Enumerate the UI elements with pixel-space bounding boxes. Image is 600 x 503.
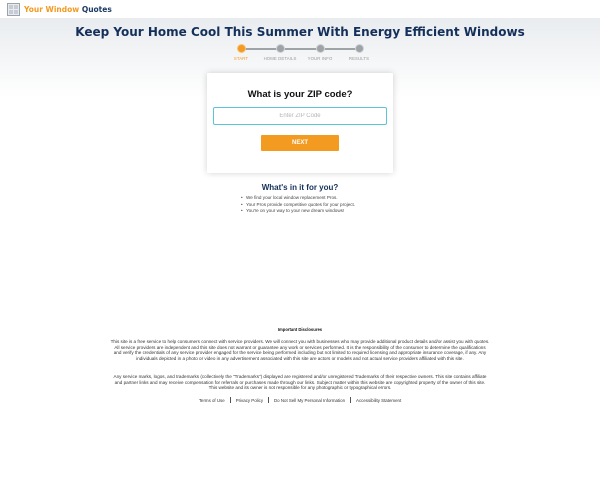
do-not-sell-link[interactable]: Do Not Sell My Personal Information	[269, 398, 350, 403]
disclosure-paragraph: This site is a free service to help cons…	[110, 339, 490, 362]
next-button[interactable]: NEXT	[261, 135, 339, 151]
zip-input[interactable]	[213, 107, 387, 125]
accessibility-statement-link[interactable]: Accessibility Statement	[351, 398, 406, 403]
step-label: HOME DETAILS	[263, 56, 297, 61]
logo-text: Your Window Quotes	[24, 5, 112, 14]
step-dot	[354, 44, 364, 53]
step-start: START	[221, 44, 261, 61]
step-label: YOUR INFO	[307, 56, 333, 61]
benefit-text: Your Pros provide competitive quotes for…	[246, 201, 356, 207]
zip-form-card: What is your ZIP code? NEXT	[207, 73, 393, 173]
step-your-info: YOUR INFO	[300, 44, 340, 61]
disclosures-title: Important Disclosures	[277, 327, 323, 332]
benefits-list: • We find your local window replacement P…	[241, 195, 355, 215]
benefit-text: You're on your way to your new dream win…	[246, 208, 345, 214]
step-home-details: HOME DETAILS	[260, 44, 300, 61]
page-title: Keep Your Home Cool This Summer With Ene…	[75, 25, 525, 39]
list-item: • We find your local window replacement P…	[241, 195, 338, 200]
step-dot	[315, 44, 325, 53]
terms-of-use-link[interactable]: Terms of Use	[194, 398, 230, 403]
site-header: Your Window Quotes	[0, 0, 600, 18]
footer-links: Terms of Use Privacy Policy Do Not Sell …	[0, 397, 600, 403]
logo-word-2: Quotes	[81, 4, 112, 14]
site-logo[interactable]: Your Window Quotes	[7, 2, 112, 16]
list-item: • You're on your way to your new dream wi…	[241, 208, 345, 214]
list-item: • Your Pros provide competitive quotes fo…	[241, 201, 356, 207]
benefits-title: What's in it for you?	[261, 183, 339, 192]
progress-stepper: START HOME DETAILS YOUR INFO RESULTS	[228, 44, 376, 64]
step-dot	[236, 44, 246, 53]
step-label: RESULTS	[348, 56, 370, 61]
logo-word-1: Your Window	[24, 4, 80, 14]
disclosure-paragraph: Any service marks, logos, and trademarks…	[113, 374, 487, 391]
step-results: RESULTS	[339, 44, 379, 61]
step-dot	[275, 44, 285, 53]
privacy-policy-link[interactable]: Privacy Policy	[231, 398, 268, 403]
benefit-text: We find your local window replacement Pr…	[246, 195, 338, 200]
zip-question: What is your ZIP code?	[247, 89, 353, 100]
window-logo-icon	[7, 2, 20, 16]
step-label: START	[233, 56, 249, 61]
